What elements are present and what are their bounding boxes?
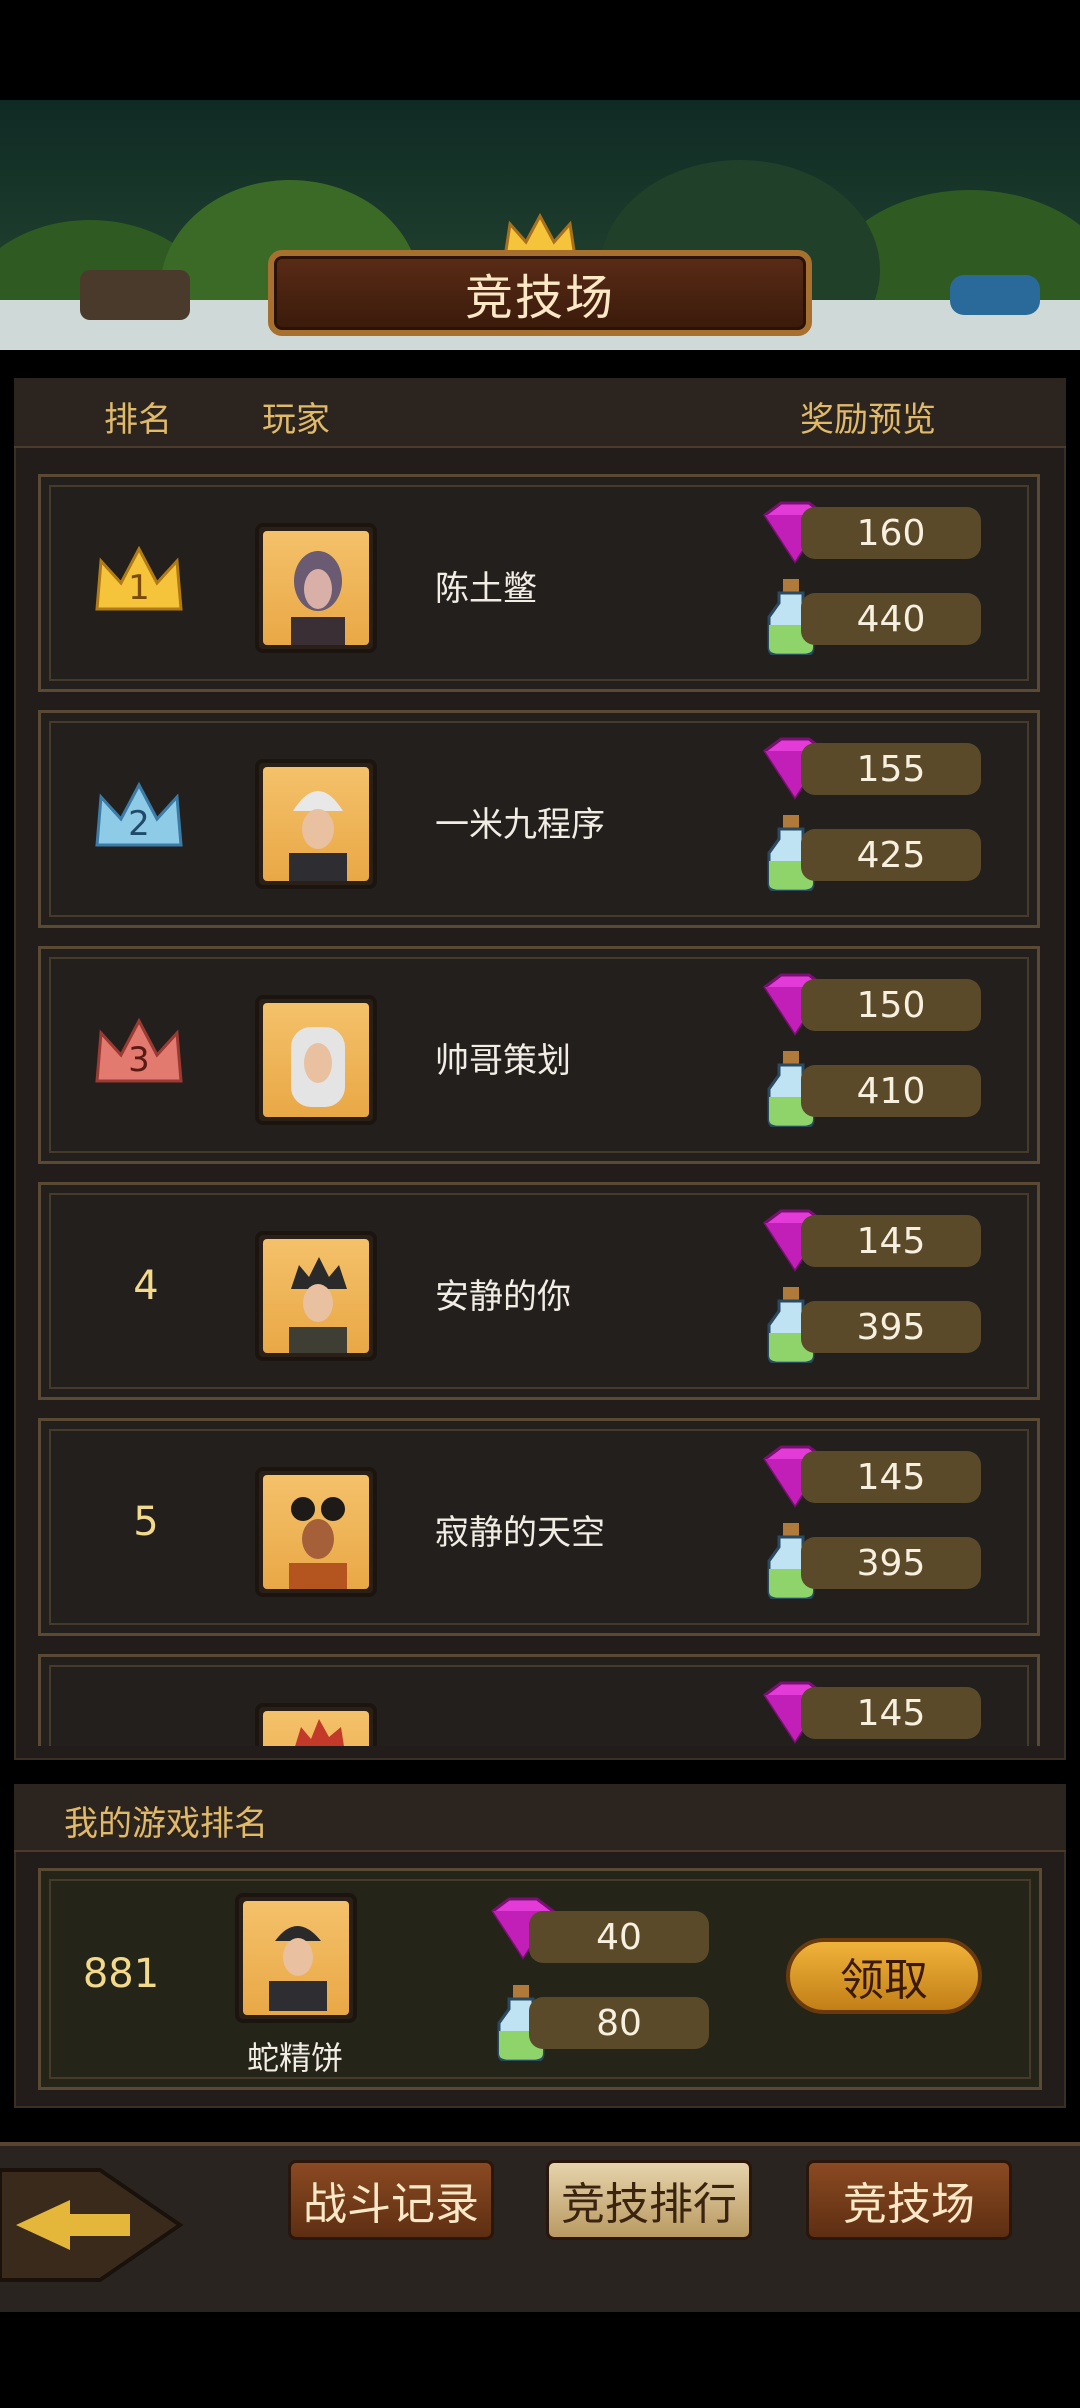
gem-reward: 145 [801,1687,981,1739]
rank-number: 3 [128,1040,150,1080]
avatar[interactable] [255,1231,377,1361]
rank-number: 5 [133,1499,159,1545]
blue-crown-icon: 2 [95,781,183,847]
leaderboard-row[interactable]: 2 一米九程序 155 425 [38,710,1040,928]
my-player-name: 蛇精饼 [246,2039,343,2077]
avatar[interactable] [255,995,377,1125]
leaderboard-header: 排名 玩家 奖励预览 [14,378,1066,448]
gem-reward: 160 [801,507,981,559]
my-rank-header: 我的游戏排名 [14,1784,1066,1852]
avatar[interactable] [255,523,377,653]
rank-number: 4 [133,1263,159,1309]
back-arrow-icon[interactable] [0,2150,190,2300]
tab-battle-records[interactable]: 战斗记录 [288,2160,494,2240]
rank-column-header: 排名 [104,400,172,440]
leaderboard-row[interactable]: 4 安静的你 145 395 [38,1182,1040,1400]
page-title-plate: 竞技场 [268,250,812,336]
my-avatar[interactable] [235,1893,357,2023]
my-gem-reward: 40 [529,1911,709,1963]
potion-reward: 425 [801,829,981,881]
tab-arena-ranking[interactable]: 竞技排行 [546,2160,752,2240]
avatar[interactable] [255,1703,377,1746]
leaderboard-row[interactable]: 145 [38,1654,1040,1746]
gold-crown-icon: 1 [95,545,183,611]
rank-number: 2 [128,804,150,844]
leaderboard-row[interactable]: 1 陈土鳖 160 440 [38,474,1040,692]
player-name: 寂静的天空 [435,1513,605,1553]
player-name: 一米九程序 [435,805,605,845]
player-name: 陈土鳖 [435,569,537,609]
red-crown-icon: 3 [95,1017,183,1083]
rank-number: 1 [128,568,150,608]
player-name: 帅哥策划 [435,1041,571,1081]
leaderboard-row[interactable]: 3 帅哥策划 150 410 [38,946,1040,1164]
reward-column-header: 奖励预览 [800,400,936,440]
page-title: 竞技场 [464,270,615,326]
player-name: 安静的你 [435,1277,571,1317]
leaderboard-list[interactable]: 1 陈土鳖 160 440 2 一米九程序 155 425 3 帅哥策划 150… [16,448,1064,1746]
potion-reward: 440 [801,593,981,645]
my-potion-reward: 80 [529,1997,709,2049]
tab-arena[interactable]: 竞技场 [806,2160,1012,2240]
claim-button[interactable]: 领取 [786,1938,982,2014]
potion-reward: 395 [801,1537,981,1589]
my-rank-number: 881 [82,1951,160,1997]
gem-reward: 145 [801,1451,981,1503]
player-column-header: 玩家 [262,400,330,440]
gem-reward: 145 [801,1215,981,1267]
gem-reward: 150 [801,979,981,1031]
potion-reward: 395 [801,1301,981,1353]
my-rank-section-label: 我的游戏排名 [64,1804,268,1844]
avatar[interactable] [255,1467,377,1597]
gem-reward: 155 [801,743,981,795]
leaderboard-row[interactable]: 5 寂静的天空 145 395 [38,1418,1040,1636]
avatar[interactable] [255,759,377,889]
potion-reward: 410 [801,1065,981,1117]
